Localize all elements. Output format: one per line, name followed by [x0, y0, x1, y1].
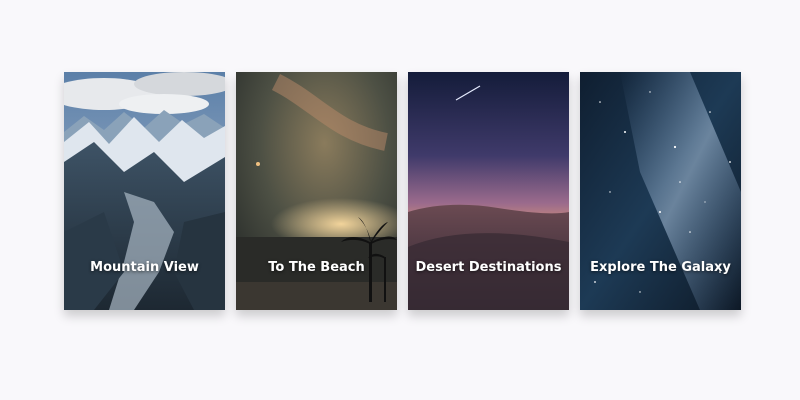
page: Mountain View To The Beach Desert Destin… [0, 0, 800, 400]
card-title: Mountain View [90, 260, 199, 275]
card-mountain-view[interactable]: Mountain View [64, 72, 225, 310]
card-to-the-beach[interactable]: To The Beach [236, 72, 397, 310]
card-title: Explore The Galaxy [590, 260, 731, 275]
card-desert-destinations[interactable]: Desert Destinations [408, 72, 569, 310]
card-title: Desert Destinations [415, 260, 562, 275]
card-row: Mountain View To The Beach Desert Destin… [64, 72, 741, 310]
card-explore-the-galaxy[interactable]: Explore The Galaxy [580, 72, 741, 310]
card-title: To The Beach [268, 260, 365, 275]
